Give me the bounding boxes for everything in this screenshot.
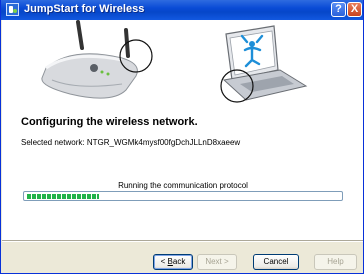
help-button[interactable]: Help <box>314 254 357 270</box>
window-title: JumpStart for Wireless <box>24 3 145 15</box>
selected-network-line: Selected network: NTGR_WGMk4mysf00fgDchJ… <box>21 138 240 147</box>
back-button-label: ack <box>172 257 186 266</box>
back-button[interactable]: < Back <box>153 254 193 270</box>
laptop-icon <box>220 25 308 103</box>
button-separator <box>2 240 363 242</box>
back-button-prefix: < <box>160 257 166 266</box>
title-bar[interactable]: JumpStart for Wireless ? X <box>1 0 363 20</box>
progress-bar <box>23 191 343 201</box>
close-title-button[interactable]: X <box>347 2 362 17</box>
illustration-panel <box>2 20 363 108</box>
help-title-button[interactable]: ? <box>331 2 346 17</box>
network-label: Selected network: <box>21 138 85 147</box>
jumpstart-app-icon <box>6 3 19 16</box>
network-name: NTGR_WGMk4mysf00fgDchJLLnD8xaeew <box>86 138 241 147</box>
illustration-graphic <box>41 20 308 103</box>
router-icon <box>41 20 153 99</box>
next-button[interactable]: Next > <box>197 254 237 270</box>
progress-fill <box>27 194 99 199</box>
status-text: Running the communication protocol <box>118 181 248 190</box>
wizard-window: JumpStart for Wireless ? X Configuring t… <box>0 0 364 274</box>
cancel-button[interactable]: Cancel <box>253 254 299 270</box>
page-heading: Configuring the wireless network. <box>21 116 198 128</box>
